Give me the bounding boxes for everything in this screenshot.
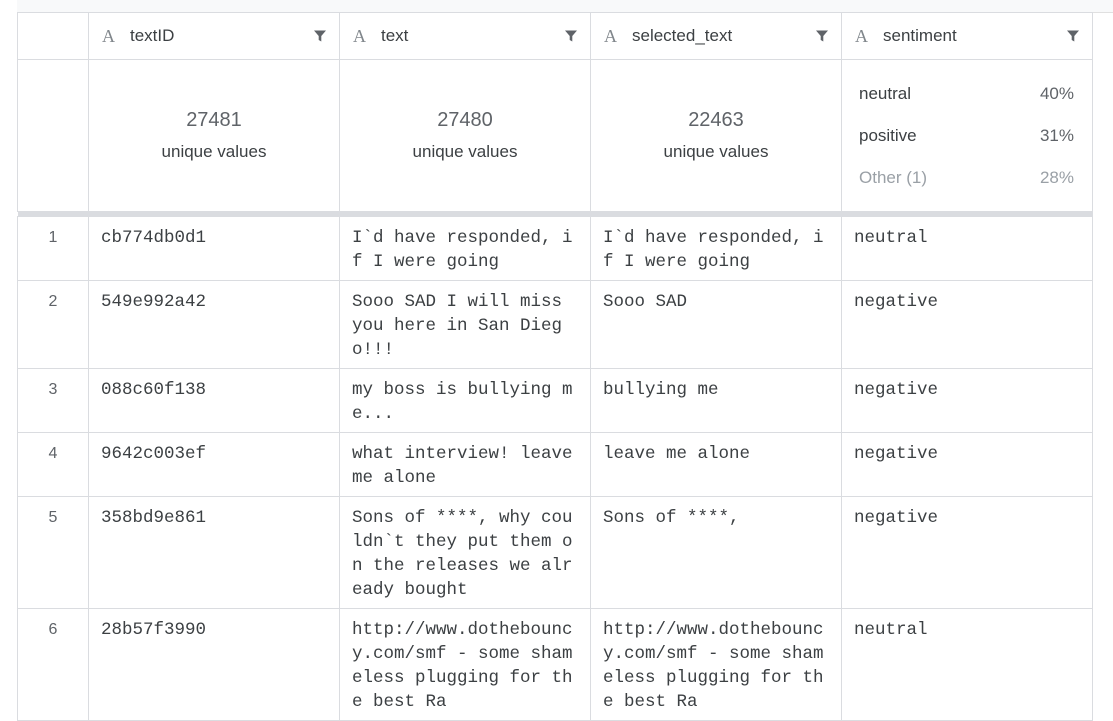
cell-textid[interactable]: 9642c003ef [88, 432, 340, 497]
cell-textid[interactable]: 088c60f138 [88, 368, 340, 433]
unique-count: 27480 [437, 108, 493, 131]
string-type-icon: A [855, 25, 868, 46]
filter-icon[interactable] [564, 29, 578, 43]
column-name: textID [130, 26, 175, 45]
filter-icon[interactable] [815, 29, 829, 43]
cell-sentiment[interactable]: negative [841, 280, 1093, 369]
unique-label: unique values [412, 141, 518, 161]
distribution-percent: 40% [1039, 83, 1074, 103]
unique-count: 22463 [688, 108, 744, 131]
table-row: 4 9642c003ef what interview! leave me al… [17, 432, 1093, 497]
row-index: 4 [17, 432, 89, 497]
distribution-label: positive [859, 125, 917, 145]
data-table: A textID A text A selected_text A sentim… [17, 12, 1093, 721]
cell-selected-text[interactable]: bullying me [590, 368, 842, 433]
column-summary-row: 27481 unique values 27480 unique values … [17, 59, 1093, 212]
unique-count: 27481 [186, 108, 242, 131]
column-name: selected_text [632, 26, 733, 45]
summary-index-cell [17, 59, 89, 212]
cell-text[interactable]: Sooo SAD I will miss you here in San Die… [339, 280, 591, 369]
summary-sentiment: neutral 40% positive 31% Other (1) 28% [841, 59, 1093, 212]
index-header [17, 12, 89, 60]
summary-text: 27480 unique values [339, 59, 591, 212]
row-index: 6 [17, 608, 89, 721]
distribution-label: neutral [859, 83, 911, 103]
unique-label: unique values [663, 141, 769, 161]
cell-selected-text[interactable]: http://www.dothebouncy.com/smf - some sh… [590, 608, 842, 721]
column-header-selected-text[interactable]: A selected_text [590, 12, 842, 60]
row-index: 1 [17, 216, 89, 281]
string-type-icon: A [353, 25, 366, 46]
distribution-item: neutral 40% [859, 73, 1074, 115]
cell-text[interactable]: my boss is bullying me... [339, 368, 591, 433]
column-name: sentiment [883, 26, 957, 45]
column-header-text[interactable]: A text [339, 12, 591, 60]
row-index: 2 [17, 280, 89, 369]
table-row: 2 549e992a42 Sooo SAD I will miss you he… [17, 280, 1093, 369]
table-row: 1 cb774db0d1 I`d have responded, if I we… [17, 216, 1093, 281]
filter-icon[interactable] [313, 29, 327, 43]
cell-selected-text[interactable]: leave me alone [590, 432, 842, 497]
table-row: 6 28b57f3990 http://www.dothebouncy.com/… [17, 608, 1093, 721]
cell-selected-text[interactable]: I`d have responded, if I were going [590, 216, 842, 281]
cell-text[interactable]: I`d have responded, if I were going [339, 216, 591, 281]
unique-label: unique values [161, 141, 267, 161]
header-row: A textID A text A selected_text A sentim… [17, 12, 1093, 60]
cell-textid[interactable]: 549e992a42 [88, 280, 340, 369]
column-header-sentiment[interactable]: A sentiment [841, 12, 1093, 60]
distribution-item: positive 31% [859, 115, 1074, 157]
cell-textid[interactable]: cb774db0d1 [88, 216, 340, 281]
cell-text[interactable]: Sons of ****, why couldn`t they put them… [339, 496, 591, 609]
cell-textid[interactable]: 358bd9e861 [88, 496, 340, 609]
cell-sentiment[interactable]: negative [841, 368, 1093, 433]
distribution-percent: 28% [1039, 167, 1074, 187]
cell-sentiment[interactable]: neutral [841, 608, 1093, 721]
cell-textid[interactable]: 28b57f3990 [88, 608, 340, 721]
string-type-icon: A [604, 25, 617, 46]
filter-icon[interactable] [1066, 29, 1080, 43]
summary-selected-text: 22463 unique values [590, 59, 842, 212]
column-header-textid[interactable]: A textID [88, 12, 340, 60]
row-index: 5 [17, 496, 89, 609]
distribution-item-other: Other (1) 28% [859, 157, 1074, 199]
cell-sentiment[interactable]: neutral [841, 216, 1093, 281]
table-row: 3 088c60f138 my boss is bullying me... b… [17, 368, 1093, 433]
cell-text[interactable]: http://www.dothebouncy.com/smf - some sh… [339, 608, 591, 721]
string-type-icon: A [102, 25, 115, 46]
distribution-label: Other (1) [859, 167, 928, 187]
value-distribution: neutral 40% positive 31% Other (1) 28% [842, 73, 1092, 199]
summary-textid: 27481 unique values [88, 59, 340, 212]
column-name: text [381, 26, 409, 45]
cell-selected-text[interactable]: Sooo SAD [590, 280, 842, 369]
cell-sentiment[interactable]: negative [841, 496, 1093, 609]
cell-sentiment[interactable]: negative [841, 432, 1093, 497]
table-row: 5 358bd9e861 Sons of ****, why couldn`t … [17, 496, 1093, 609]
cell-text[interactable]: what interview! leave me alone [339, 432, 591, 497]
cell-selected-text[interactable]: Sons of ****, [590, 496, 842, 609]
row-index: 3 [17, 368, 89, 433]
distribution-percent: 31% [1039, 125, 1074, 145]
